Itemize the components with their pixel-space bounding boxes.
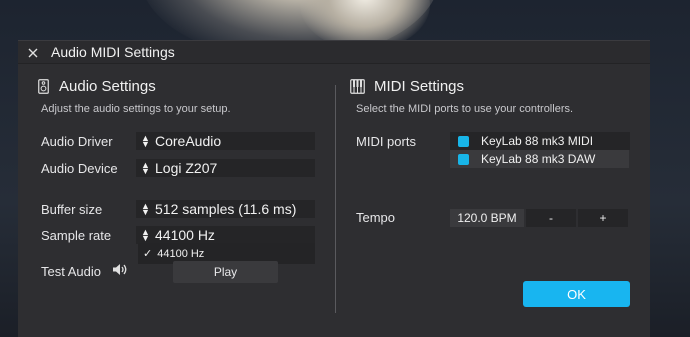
- midi-settings-description: Select the MIDI ports to use your contro…: [356, 103, 574, 115]
- audio-settings-description: Adjust the audio settings to your setup.: [41, 103, 231, 115]
- port-checkbox[interactable]: [458, 135, 469, 147]
- audio-device-select[interactable]: ▲ ▼ Logi Z207: [136, 159, 315, 177]
- dialog-titlebar: Audio MIDI Settings: [18, 41, 650, 64]
- sample-rate-value: 44100 Hz: [155, 227, 215, 243]
- sample-rate-option-label: 44100 Hz: [157, 247, 205, 260]
- audio-driver-label: Audio Driver: [41, 134, 113, 149]
- midi-settings-title: MIDI Settings: [374, 78, 465, 95]
- tempo-label: Tempo: [356, 210, 396, 225]
- midi-port-item[interactable]: KeyLab 88 mk3 DAW: [450, 150, 629, 168]
- section-divider: [335, 85, 336, 313]
- ok-button[interactable]: OK: [523, 281, 630, 307]
- updown-arrows-icon: ▲ ▼: [141, 160, 150, 176]
- audio-driver-value: CoreAudio: [155, 133, 222, 149]
- piano-keys-icon: [350, 79, 365, 94]
- updown-arrows-icon: ▲ ▼: [141, 201, 150, 217]
- audio-device-value: Logi Z207: [155, 160, 218, 176]
- port-checkbox[interactable]: [458, 153, 469, 165]
- checkmark-icon: ✓: [143, 248, 153, 260]
- buffer-size-select[interactable]: ▲ ▼ 512 samples (11.6 ms): [136, 200, 315, 218]
- buffer-size-label: Buffer size: [41, 202, 103, 217]
- volume-icon[interactable]: [112, 263, 128, 276]
- tempo-increase-button[interactable]: +: [578, 209, 628, 227]
- speaker-icon: [38, 79, 49, 94]
- updown-arrows-icon: ▲ ▼: [141, 227, 150, 243]
- midi-port-name: KeyLab 88 mk3 MIDI: [481, 134, 594, 148]
- buffer-size-value: 512 samples (11.6 ms): [155, 201, 297, 217]
- sample-rate-select[interactable]: ▲ ▼ 44100 Hz: [136, 226, 315, 244]
- updown-arrows-icon: ▲ ▼: [141, 133, 150, 149]
- midi-port-name: KeyLab 88 mk3 DAW: [481, 152, 596, 166]
- play-button[interactable]: Play: [173, 261, 278, 283]
- midi-port-item[interactable]: KeyLab 88 mk3 MIDI: [450, 132, 630, 150]
- sample-rate-label: Sample rate: [41, 228, 112, 243]
- tempo-decrease-button[interactable]: -: [526, 209, 576, 227]
- test-audio-label: Test Audio: [41, 264, 101, 279]
- audio-device-label: Audio Device: [41, 161, 118, 176]
- audio-settings-title: Audio Settings: [59, 78, 156, 95]
- dialog-title: Audio MIDI Settings: [51, 44, 175, 60]
- tempo-input[interactable]: 120.0 BPM: [450, 209, 524, 227]
- audio-driver-select[interactable]: ▲ ▼ CoreAudio: [136, 132, 315, 150]
- close-icon[interactable]: [27, 47, 39, 59]
- audio-midi-settings-dialog: Audio MIDI Settings Audio Settings Adjus…: [18, 40, 650, 337]
- midi-ports-label: MIDI ports: [356, 134, 416, 149]
